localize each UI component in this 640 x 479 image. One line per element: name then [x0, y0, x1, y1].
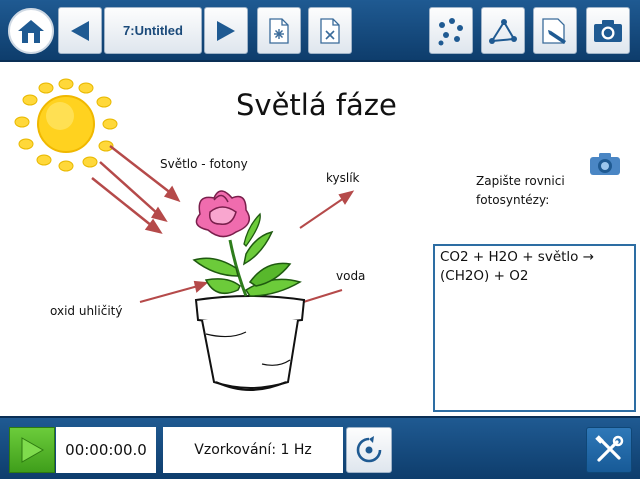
next-page-button[interactable] — [204, 7, 248, 54]
label-oxygen: kyslík — [326, 171, 360, 185]
page-label: 7:Untitled — [123, 23, 183, 38]
cycle-icon — [356, 436, 382, 463]
label-carbon-dioxide: oxid uhličitý — [50, 304, 123, 318]
graph-button[interactable] — [481, 7, 525, 54]
camera-icon — [594, 19, 622, 42]
answer-text-field[interactable]: CO2 + H2O + světlo → (CH2O) + O2 — [433, 244, 636, 412]
question-prompt: Zapište rovnici fotosyntézy: — [476, 172, 565, 210]
prompt-line-2: fotosyntézy: — [476, 193, 550, 207]
start-collection-button[interactable] — [9, 427, 55, 473]
sensor-data-button[interactable] — [429, 7, 473, 54]
delete-page-button[interactable] — [308, 7, 352, 54]
photosynthesis-illustration — [14, 78, 355, 391]
camera-snapshot-icon[interactable] — [589, 152, 621, 180]
add-page-button[interactable] — [257, 7, 301, 54]
top-toolbar: 7:Untitled — [0, 0, 640, 62]
flower-pot-icon — [194, 295, 306, 391]
collection-mode-button[interactable] — [346, 427, 392, 473]
timer-display: 00:00:00.0 — [56, 427, 156, 473]
annotate-button[interactable] — [533, 7, 577, 54]
next-page-icon — [217, 20, 235, 41]
add-page-icon — [269, 17, 289, 44]
tools-button[interactable] — [586, 427, 632, 473]
delete-page-icon — [320, 17, 340, 44]
sampling-rate-button[interactable]: Vzorkování: 1 Hz — [163, 427, 343, 473]
previous-page-button[interactable] — [58, 7, 102, 54]
sensor-data-icon — [438, 17, 463, 45]
home-icon — [18, 20, 44, 43]
prompt-line-1: Zapište rovnici — [476, 174, 565, 188]
home-button[interactable] — [8, 8, 54, 54]
graph-icon — [489, 18, 517, 44]
sun-icon — [14, 78, 118, 172]
page-selector[interactable]: 7:Untitled — [104, 7, 202, 54]
bottom-toolbar: 00:00:00.0 Vzorkování: 1 Hz — [0, 416, 640, 479]
journal-page: Světlá fáze Světlo - fotony kyslík voda … — [0, 64, 640, 416]
annotate-icon — [542, 17, 566, 44]
flower-icon — [195, 190, 251, 238]
camera-button[interactable] — [586, 7, 630, 54]
play-icon — [21, 437, 45, 463]
label-light-photons: Světlo - fotony — [160, 157, 248, 171]
previous-page-icon — [71, 20, 89, 41]
label-water: voda — [336, 269, 366, 283]
tools-icon — [595, 435, 624, 462]
